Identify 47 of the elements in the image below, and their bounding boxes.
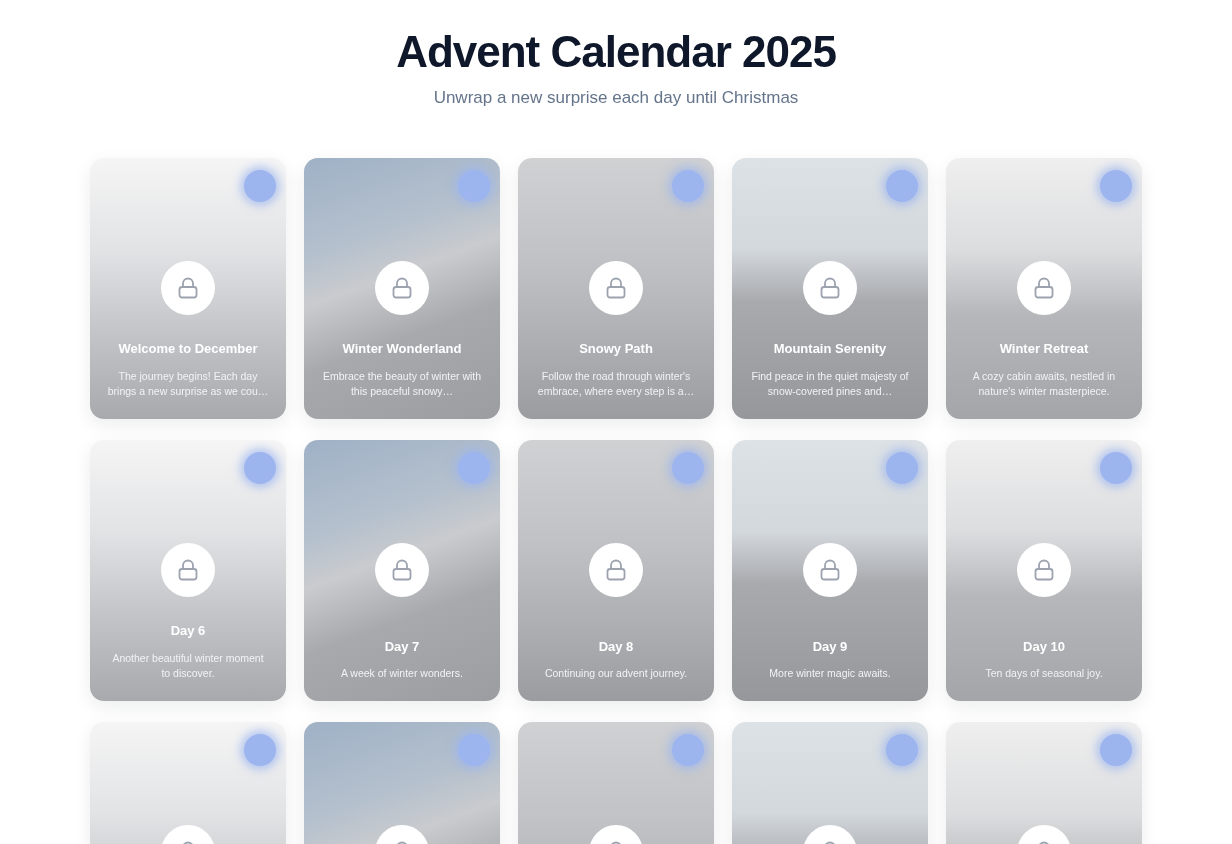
day-card[interactable]: Winter Retreat A cozy cabin awaits, nestled in nature's winter masterpiece. bbox=[946, 158, 1142, 420]
day-card[interactable]: Day 8 Continuing our advent journey. bbox=[518, 440, 714, 702]
blurred-badge bbox=[672, 452, 704, 485]
blurred-badge bbox=[244, 734, 276, 767]
blurred-badge bbox=[1100, 452, 1132, 485]
day-title: Snowy Path bbox=[578, 340, 654, 359]
day-title: Day 9 bbox=[811, 637, 849, 656]
day-title: Day 7 bbox=[383, 637, 421, 656]
blurred-badge bbox=[886, 452, 918, 485]
day-description: A cozy cabin awaits, nestled in nature's winter masterpiece. bbox=[971, 368, 1117, 400]
blurred-badge bbox=[886, 734, 918, 767]
day-card[interactable]: Day 9 More winter magic awaits. bbox=[732, 440, 928, 702]
blurred-badge bbox=[458, 452, 490, 485]
day-description: Follow the road through winter's embrace, where every step is a… bbox=[536, 368, 696, 400]
page-title: Advent Calendar 2025 bbox=[395, 26, 837, 78]
day-card[interactable]: Day 7 A week of winter wonders. bbox=[304, 440, 500, 702]
day-card[interactable]: Snowy Path Follow the road through winter's embrace, where every step is a… bbox=[518, 158, 714, 420]
day-title: Day 6 bbox=[169, 622, 207, 641]
day-description: Embrace the beauty of winter with this peaceful snowy… bbox=[321, 368, 483, 400]
day-description: Continuing our advent journey. bbox=[543, 666, 689, 682]
day-card[interactable]: Mountain Serenity Find peace in the quiet majesty of snow-covered pines and… bbox=[732, 158, 928, 420]
day-card[interactable]: Winter Wonderland Embrace the beauty of winter with this peaceful snowy… bbox=[304, 158, 500, 420]
day-title: Day 8 bbox=[597, 637, 635, 656]
day-description: Find peace in the quiet majesty of snow-covered pines and… bbox=[750, 368, 910, 400]
blurred-badge bbox=[672, 734, 704, 767]
day-description: A week of winter wonders. bbox=[340, 666, 464, 682]
day-card[interactable]: Day 10 Ten days of seasonal joy. bbox=[946, 440, 1142, 702]
day-title: Winter Retreat bbox=[998, 340, 1090, 359]
day-title: Mountain Serenity bbox=[772, 340, 888, 359]
blurred-badge bbox=[672, 170, 704, 203]
day-description: More winter magic awaits. bbox=[768, 666, 892, 682]
day-description: Ten days of seasonal joy. bbox=[984, 666, 1104, 682]
day-card[interactable]: Day 6 Another beautiful winter moment to discover. bbox=[90, 440, 286, 702]
day-description: The journey begins! Each day brings a new surprise as we cou… bbox=[107, 368, 269, 400]
day-title: Winter Wonderland bbox=[341, 340, 463, 359]
day-title: Day 10 bbox=[1022, 637, 1066, 656]
blurred-badge bbox=[886, 170, 918, 203]
day-description: Another beautiful winter moment to discover. bbox=[111, 650, 265, 682]
blurred-badge bbox=[1100, 170, 1132, 203]
blurred-badge bbox=[244, 170, 276, 203]
blurred-badge bbox=[244, 452, 276, 485]
page-subtitle: Unwrap a new surprise each day until Christmas bbox=[432, 86, 800, 109]
blurred-badge bbox=[458, 734, 490, 767]
day-title: Welcome to December bbox=[117, 340, 259, 359]
day-card[interactable]: Welcome to December The journey begins! Each day brings a new surprise as we cou… bbox=[90, 158, 286, 420]
blurred-badge bbox=[458, 170, 490, 203]
blurred-badge bbox=[1100, 734, 1132, 767]
